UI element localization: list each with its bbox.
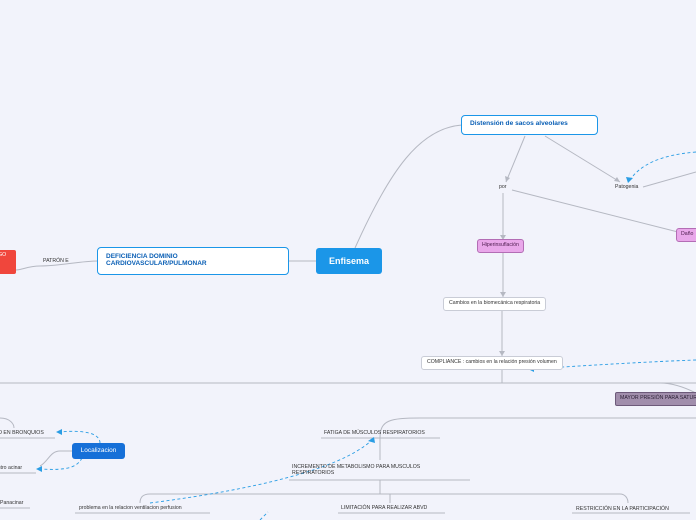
arrowhead-centro: [36, 466, 42, 472]
node-riesgo[interactable]: RIESGO: [0, 250, 16, 274]
connector-left-bronquios: [0, 417, 15, 429]
node-fatiga[interactable]: FATIGA DE MÚSCULOS RESPIRATORIOS: [321, 429, 428, 439]
dashed-relation-localizacion-bronquios: [59, 430, 101, 444]
node-cambios-biomecanica[interactable]: Cambios en la biomecánica respiratoria: [443, 297, 547, 311]
node-patogenia[interactable]: Patogenia: [612, 183, 641, 193]
connector-limitacion-bar: [150, 493, 629, 504]
node-por[interactable]: por: [496, 183, 510, 193]
connector-patogenia-right: [642, 171, 696, 188]
arrowhead-bronquios: [56, 429, 62, 435]
node-compliance[interactable]: COMPLIANCE : cambios en la relación pres…: [421, 356, 563, 370]
arrowhead-patogenia-gray: [614, 177, 620, 182]
connector-center-distension: [354, 124, 463, 249]
connector-por-dano: [511, 189, 679, 233]
connector-distension-por: [505, 135, 526, 183]
node-mayor-presion[interactable]: MAYOR PRESIÓN PARA SATURAR: [615, 392, 696, 406]
main-topic-deficiencia[interactable]: DEFICIENCIA DOMINIO CARDIOVASCULAR/PULMO…: [97, 247, 289, 275]
dashed-relation-bottom: [259, 511, 269, 520]
node-dano[interactable]: Daño: [676, 228, 696, 242]
node-distension[interactable]: Distensión de sacos alveolares: [461, 115, 598, 135]
connector-distension-patogenia: [544, 135, 621, 183]
central-topic[interactable]: Enfisema: [316, 248, 382, 274]
arrowhead-por: [505, 176, 510, 182]
node-dano-bronquios[interactable]: DAÑO EN BRONQUIOS: [0, 429, 47, 439]
node-panacinar[interactable]: Panacinar: [0, 499, 26, 509]
dashed-relation-localizacion-centro: [39, 457, 83, 470]
node-restriccion-participacion[interactable]: RESTRICCIÓN EN LA PARTICIPACIÓN: [573, 505, 672, 515]
node-localizacion[interactable]: Localizacion: [72, 443, 125, 459]
node-limitacion-abvd[interactable]: LIMITACIÓN PARA REALIZAR ABVD: [338, 504, 430, 514]
label-patron-e[interactable]: PATRÓN E: [40, 258, 72, 266]
node-hiperinsuflacion[interactable]: Hiperinsuflación: [477, 239, 524, 253]
node-problema-ventilacion[interactable]: problema en la relacion ventilacion perf…: [76, 504, 185, 514]
node-incremento-metabolismo[interactable]: INCREMENTO DE METABOLISMO PARA MUSCULOS …: [289, 463, 439, 479]
dashed-relation-patogenia: [629, 151, 696, 181]
connector-limitacion-left: [139, 493, 151, 504]
node-centro-acinar[interactable]: Centro acinar: [0, 464, 25, 474]
